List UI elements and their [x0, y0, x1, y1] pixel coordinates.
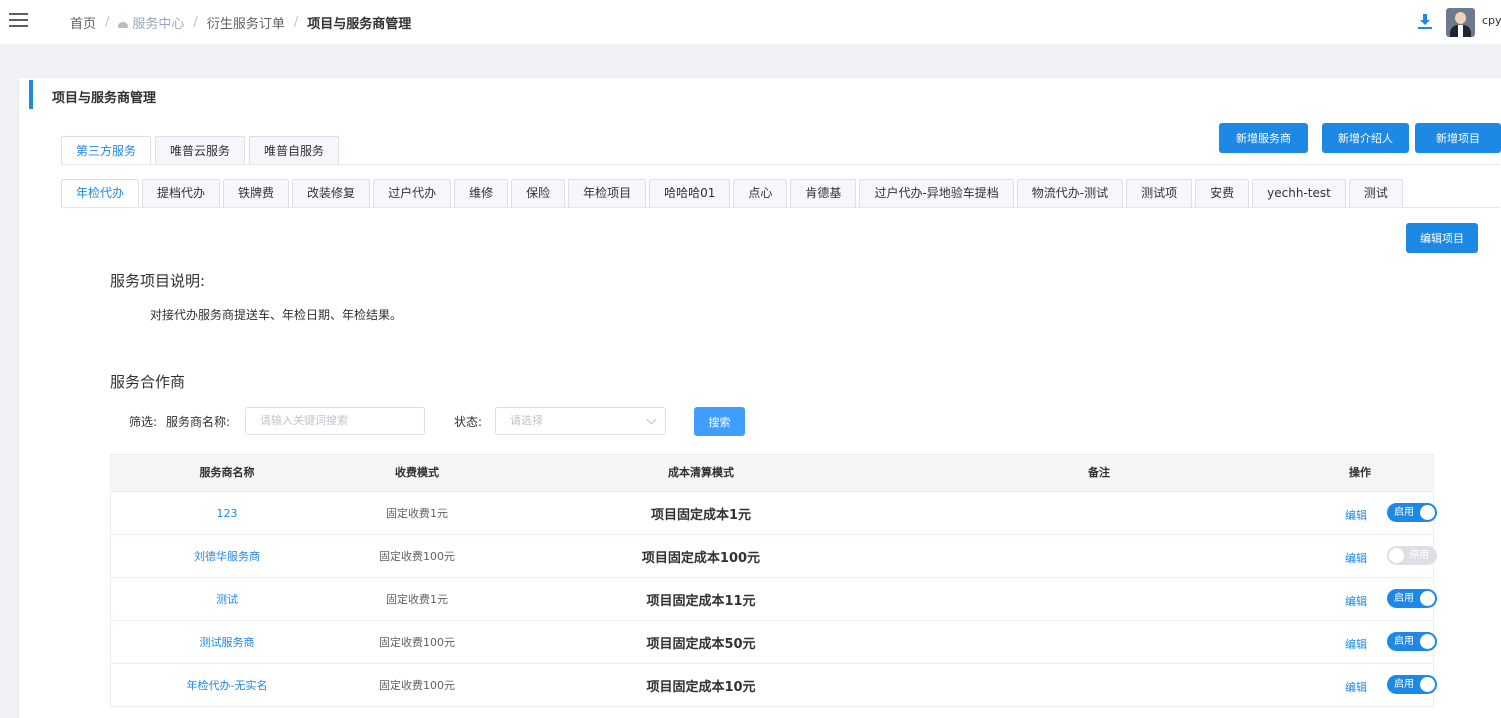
vendor-name-link[interactable]: 123	[217, 507, 238, 520]
vendor-name-link[interactable]: 测试	[216, 593, 238, 606]
column-header: 服务商名称	[199, 466, 255, 479]
status-toggle[interactable]: 启用	[1387, 675, 1437, 694]
edit-project-button[interactable]: 编辑项目	[1406, 223, 1478, 253]
column-header: 操作	[1349, 466, 1371, 479]
project-tab[interactable]: 点心	[733, 179, 788, 207]
table-row: 123 固定收费1元 项目固定成本1元 编辑 启用	[111, 492, 1437, 535]
project-tab[interactable]: 提档代办	[142, 179, 221, 207]
tabs-divider	[61, 207, 1500, 208]
tab-vipu-cloud[interactable]: 唯普云服务	[155, 136, 246, 164]
cost-mode: 项目固定成本1元	[650, 507, 752, 523]
fee-mode: 固定收费100元	[379, 550, 455, 563]
project-tab[interactable]: 测试	[1348, 179, 1403, 207]
column-header: 备注	[1088, 466, 1110, 479]
fee-mode: 固定收费1元	[386, 507, 448, 520]
project-tab[interactable]: 年检代办	[61, 179, 140, 207]
description-text: 对接代办服务商提送车、年检日期、年检结果。	[150, 308, 403, 322]
avatar[interactable]	[1446, 8, 1475, 37]
cost-mode: 项目固定成本10元	[646, 679, 756, 695]
cloud-icon	[118, 21, 129, 28]
project-tab[interactable]: 物流代办-测试	[1016, 179, 1124, 207]
username[interactable]: cpy	[1482, 14, 1501, 27]
add-referrer-button[interactable]: 新增介绍人	[1322, 123, 1409, 153]
column-header: 成本清算模式	[668, 466, 734, 479]
status-label: 状态:	[454, 415, 483, 429]
fee-mode: 固定收费100元	[379, 679, 455, 692]
tab-third-party[interactable]: 第三方服务	[61, 136, 152, 164]
top-bar: 首页 / 服务中心 / 衍生服务订单 / 项目与服务商管理 cpy	[0, 0, 1501, 44]
vendor-name-label: 服务商名称:	[166, 415, 231, 429]
breadcrumb-home[interactable]: 首页	[70, 13, 96, 32]
project-tab[interactable]: 维修	[454, 179, 509, 207]
table-row: 年检代办-无实名 固定收费100元 项目固定成本10元 编辑 启用	[111, 664, 1437, 707]
filter-label: 筛选:	[129, 415, 158, 429]
partners-table: 服务商名称 收费模式 成本清算模式 备注 操作 123 固定收费1元 项目固定成…	[110, 454, 1437, 707]
vendor-name-link[interactable]: 测试服务商	[200, 636, 255, 649]
project-tabs: 年检代办 提档代办 铁牌费 改装修复 过户代办 维修 保险 年检项目 哈哈哈01…	[61, 179, 1406, 207]
add-project-button[interactable]: 新增项目	[1415, 123, 1501, 153]
project-tab[interactable]: 改装修复	[292, 179, 371, 207]
cost-mode: 项目固定成本50元	[646, 636, 756, 652]
vendor-name-link[interactable]: 刘德华服务商	[194, 550, 260, 563]
cost-mode: 项目固定成本100元	[641, 550, 761, 566]
breadcrumb-separator: /	[105, 15, 110, 30]
menu-toggle-icon[interactable]	[9, 13, 28, 29]
tabs-divider	[61, 164, 1500, 165]
project-tab[interactable]: 肯德基	[790, 179, 857, 207]
vendor-name-input[interactable]: 请输入关键词搜索	[245, 407, 425, 435]
fee-mode: 固定收费1元	[386, 593, 448, 606]
fee-mode: 固定收费100元	[379, 636, 455, 649]
status-toggle[interactable]: 停用	[1387, 546, 1437, 565]
status-toggle[interactable]: 启用	[1387, 503, 1437, 522]
breadcrumb-current: 项目与服务商管理	[307, 17, 412, 32]
search-button[interactable]: 搜索	[694, 407, 745, 436]
edit-link[interactable]: 编辑	[1345, 679, 1367, 695]
table-row: 测试服务商 固定收费100元 项目固定成本50元 编辑 启用	[111, 621, 1437, 664]
description-heading: 服务项目说明:	[110, 272, 206, 290]
project-tab[interactable]: 哈哈哈01	[649, 179, 731, 207]
edit-link[interactable]: 编辑	[1345, 550, 1367, 566]
add-vendor-button[interactable]: 新增服务商	[1219, 123, 1308, 153]
title-accent-bar	[29, 80, 33, 109]
vendor-name-link[interactable]: 年检代办-无实名	[187, 679, 268, 692]
table-header: 服务商名称 收费模式 成本清算模式 备注 操作	[111, 455, 1433, 492]
project-tab[interactable]: 铁牌费	[223, 179, 290, 207]
status-toggle[interactable]: 启用	[1387, 632, 1437, 651]
project-tab[interactable]: 保险	[511, 179, 566, 207]
status-toggle[interactable]: 启用	[1387, 589, 1437, 608]
cost-mode: 项目固定成本11元	[646, 593, 756, 609]
edit-link[interactable]: 编辑	[1345, 507, 1367, 523]
page-title: 项目与服务商管理	[52, 91, 157, 106]
main-card: 项目与服务商管理 新增服务商 新增介绍人 新增项目 第三方服务 唯普云服务 唯普…	[19, 78, 1501, 718]
download-icon[interactable]	[1418, 14, 1432, 30]
tab-vipu-self[interactable]: 唯普自服务	[249, 136, 340, 164]
edit-link[interactable]: 编辑	[1345, 636, 1367, 652]
breadcrumb: 首页 / 服务中心 / 衍生服务订单 / 项目与服务商管理	[70, 13, 411, 32]
breadcrumb-orders[interactable]: 衍生服务订单	[207, 13, 285, 32]
project-tab[interactable]: 过户代办	[373, 179, 452, 207]
table-row: 刘德华服务商 固定收费100元 项目固定成本100元 编辑 停用	[111, 535, 1437, 578]
project-tab[interactable]: 过户代办-异地验车提档	[859, 179, 1014, 207]
breadcrumb-service-center[interactable]: 服务中心	[118, 13, 184, 32]
breadcrumb-separator: /	[193, 15, 198, 30]
breadcrumb-separator: /	[293, 15, 299, 30]
project-tab[interactable]: yechh-test	[1252, 179, 1346, 207]
edit-link[interactable]: 编辑	[1345, 593, 1367, 609]
project-tab[interactable]: 测试项	[1126, 179, 1193, 207]
chevron-down-icon	[646, 414, 657, 425]
project-tab[interactable]: 年检项目	[568, 179, 647, 207]
partners-heading: 服务合作商	[110, 373, 186, 391]
project-tab[interactable]: 安费	[1195, 179, 1250, 207]
column-header: 收费模式	[395, 466, 439, 479]
table-row: 测试 固定收费1元 项目固定成本11元 编辑 启用	[111, 578, 1437, 621]
service-tabs: 第三方服务 唯普云服务 唯普自服务	[61, 136, 343, 164]
status-select[interactable]: 请选择	[495, 407, 666, 435]
